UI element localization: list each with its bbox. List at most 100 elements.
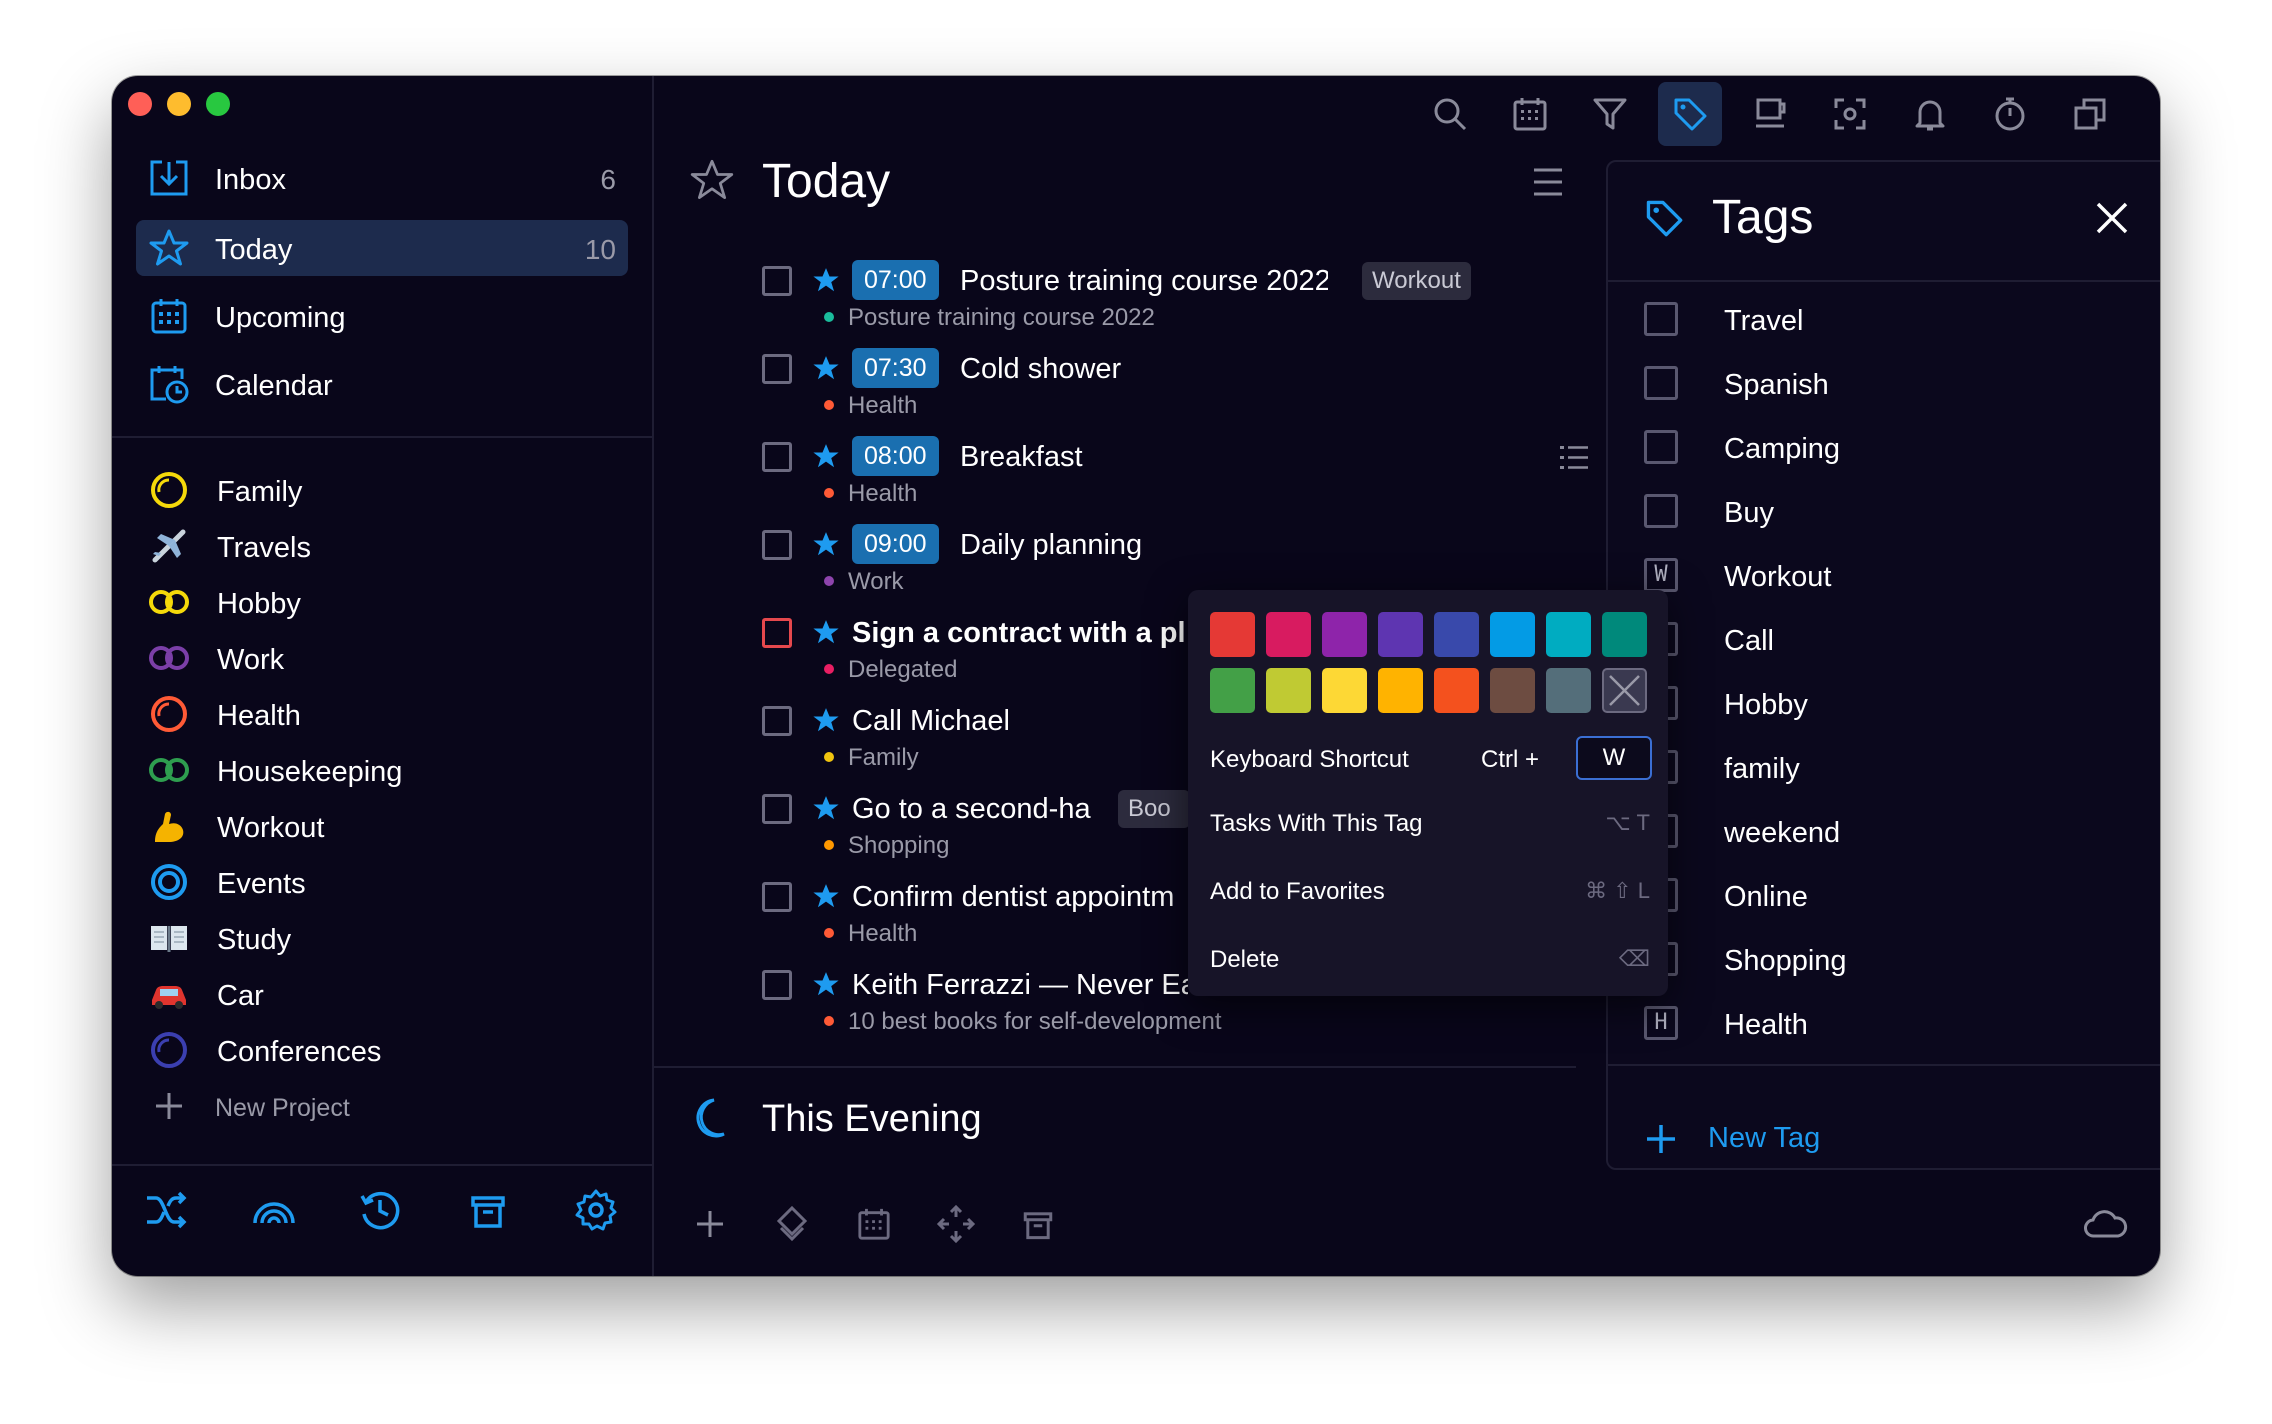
plus-icon[interactable] [688, 1202, 732, 1246]
tag-checkbox[interactable] [1644, 494, 1678, 528]
menu-tasks-with-tag[interactable]: Tasks With This Tag ⌥ T [1210, 802, 1650, 842]
task-checkbox[interactable] [762, 442, 792, 472]
sidebar-project-work[interactable]: Work [136, 632, 628, 684]
move-icon[interactable] [934, 1202, 978, 1246]
sort-menu-icon[interactable] [1530, 164, 1566, 200]
sidebar-project-hobby[interactable]: Hobby [136, 576, 628, 628]
task-project-label: Family [848, 744, 919, 771]
task-row[interactable]: 08:00 Breakfast Health [762, 436, 1662, 524]
project-dot [824, 487, 834, 498]
bell-icon[interactable] [1898, 82, 1962, 146]
rainbow-icon[interactable] [250, 1186, 298, 1234]
shuffle-icon[interactable] [142, 1186, 190, 1234]
tag-row-buy[interactable]: Buy [1644, 488, 2144, 536]
sidebar-item-inbox[interactable]: Inbox 6 [136, 150, 628, 206]
menu-delete[interactable]: Delete ⌫ [1210, 938, 1650, 978]
tag-checkbox[interactable] [1644, 366, 1678, 400]
sidebar-project-car[interactable]: Car [136, 968, 628, 1020]
task-checkbox[interactable] [762, 530, 792, 560]
color-swatch[interactable] [1210, 612, 1255, 657]
tag-chip[interactable]: Boo [1118, 790, 1190, 828]
settings-icon[interactable] [572, 1186, 620, 1234]
tags-divider [1608, 280, 2160, 282]
trash-icon[interactable] [1016, 1202, 1060, 1246]
sidebar-project-housekeeping[interactable]: Housekeeping [136, 744, 628, 796]
tag-chip[interactable]: Workout [1362, 262, 1471, 300]
keyboard-shortcut-label: Keyboard Shortcut [1210, 746, 1409, 773]
task-title: Posture training course 2022 [960, 265, 1328, 297]
color-swatch[interactable] [1546, 612, 1591, 657]
sidebar-project-conferences[interactable]: Conferences [136, 1024, 628, 1076]
star-icon [813, 708, 839, 732]
filter-icon[interactable] [1578, 82, 1642, 146]
color-swatch[interactable] [1434, 612, 1479, 657]
sidebar-project-health[interactable]: Health [136, 688, 628, 740]
tag-checkbox[interactable] [1644, 430, 1678, 464]
color-swatch[interactable] [1378, 612, 1423, 657]
sidebar-project-events[interactable]: Events [136, 856, 628, 908]
tag-row-family[interactable]: family [1644, 744, 2144, 792]
task-row[interactable]: 07:00 Posture training course 2022 Worko… [762, 260, 1662, 348]
focus-icon[interactable] [1818, 82, 1882, 146]
no-color-swatch[interactable] [1602, 668, 1647, 713]
tag-row-camping[interactable]: Camping [1644, 424, 2144, 472]
sidebar-project-workout[interactable]: Workout [136, 800, 628, 852]
history-icon[interactable] [356, 1186, 404, 1234]
task-title: Daily planning [960, 529, 1143, 561]
color-swatch[interactable] [1322, 612, 1367, 657]
tag-row-call[interactable]: Call [1644, 616, 2144, 664]
color-swatch[interactable] [1266, 612, 1311, 657]
color-swatch[interactable] [1322, 668, 1367, 713]
coffee-icon[interactable] [1738, 82, 1802, 146]
tag-checkbox[interactable]: H [1644, 1006, 1678, 1040]
task-checkbox[interactable] [762, 794, 792, 824]
tag-row-online[interactable]: Online [1644, 872, 2144, 920]
task-checkbox[interactable] [762, 354, 792, 384]
tag-row-health[interactable]: H Health [1644, 1000, 2144, 1048]
color-swatch[interactable] [1434, 668, 1479, 713]
copy-icon[interactable] [2058, 82, 2122, 146]
menu-add-to-favorites[interactable]: Add to Favorites ⌘ ⇧ L [1210, 870, 1650, 910]
sidebar-item-upcoming[interactable]: Upcoming [136, 288, 628, 344]
task-checkbox[interactable] [762, 970, 792, 1000]
tag-row-spanish[interactable]: Spanish [1644, 360, 2144, 408]
new-project-button[interactable]: New Project [136, 1082, 628, 1132]
task-row[interactable]: 07:30 Cold shower Health [762, 348, 1662, 436]
calendar-icon[interactable] [1498, 82, 1562, 146]
tag-icon[interactable] [1658, 82, 1722, 146]
shortcut-key-input[interactable]: W [1576, 736, 1652, 780]
menu-item-shortcut: ⌥ T [1605, 810, 1650, 835]
color-swatch[interactable] [1378, 668, 1423, 713]
tag-row-workout[interactable]: W Workout [1644, 552, 2144, 600]
sidebar-item-today[interactable]: Today 10 [136, 220, 628, 276]
priority-icon[interactable] [770, 1202, 814, 1246]
trash-icon[interactable] [464, 1186, 512, 1234]
task-checkbox[interactable] [762, 266, 792, 296]
timer-icon[interactable] [1978, 82, 2042, 146]
close-icon[interactable] [2092, 198, 2132, 238]
search-icon[interactable] [1418, 82, 1482, 146]
color-swatch[interactable] [1266, 668, 1311, 713]
tag-checkbox[interactable]: W [1644, 558, 1678, 592]
color-swatch[interactable] [1210, 668, 1255, 713]
sidebar-project-study[interactable]: Study [136, 912, 628, 964]
color-swatch[interactable] [1546, 668, 1591, 713]
tag-checkbox[interactable] [1644, 302, 1678, 336]
tag-row-travel[interactable]: Travel [1644, 296, 2144, 344]
sidebar-item-calendar[interactable]: Calendar [136, 356, 628, 412]
task-checkbox[interactable] [762, 882, 792, 912]
tag-row-weekend[interactable]: weekend [1644, 808, 2144, 856]
menu-item-label: Add to Favorites [1210, 878, 1385, 905]
section-title: This Evening [762, 1098, 982, 1140]
calendar-icon[interactable] [852, 1202, 896, 1246]
sidebar-project-travels[interactable]: Travels [136, 520, 628, 572]
tag-row-hobby[interactable]: Hobby [1644, 680, 2144, 728]
tag-row-shopping[interactable]: Shopping [1644, 936, 2144, 984]
sidebar-project-family[interactable]: Family [136, 464, 628, 516]
task-checkbox[interactable] [762, 706, 792, 736]
color-swatch[interactable] [1602, 612, 1647, 657]
task-checkbox[interactable] [762, 618, 792, 648]
color-swatch[interactable] [1490, 612, 1535, 657]
color-swatch[interactable] [1490, 668, 1535, 713]
cloud-sync-icon[interactable] [2082, 1202, 2130, 1246]
